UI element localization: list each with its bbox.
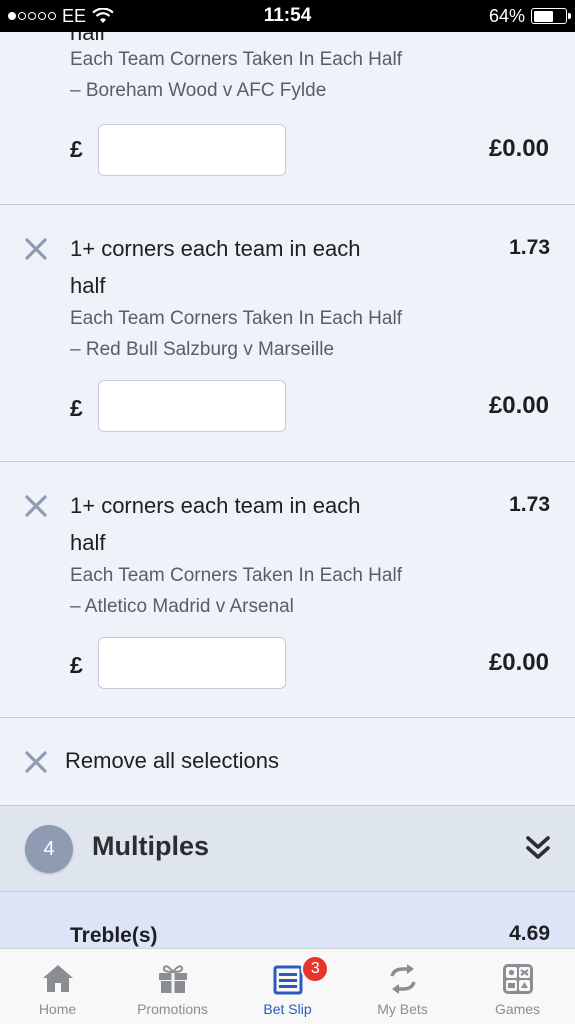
refresh-icon bbox=[389, 964, 416, 994]
treble-label: Treble(s) bbox=[70, 924, 158, 947]
potential-returns: £0.00 bbox=[488, 649, 549, 676]
double-chevron-down-icon[interactable] bbox=[525, 834, 551, 862]
stake-input[interactable] bbox=[98, 380, 286, 432]
selection-event: – Atletico Madrid v Arsenal bbox=[70, 596, 294, 617]
bet-slip-count-badge: 3 bbox=[301, 955, 330, 983]
stake-currency: £ bbox=[70, 136, 83, 162]
selection-event: – Red Bull Salzburg v Marseille bbox=[70, 339, 335, 360]
multiples-count-badge: 4 bbox=[25, 825, 73, 873]
tab-label: Home bbox=[38, 1001, 77, 1017]
stake-input[interactable] bbox=[98, 637, 286, 689]
tab-label: My Bets bbox=[377, 1001, 428, 1017]
selection-market: Each Team Corners Taken In Each Half bbox=[70, 308, 402, 329]
tab-label: Games bbox=[494, 1001, 541, 1017]
bet-selection: half Each Team Corners Taken In Each Hal… bbox=[0, 32, 575, 205]
selection-title: 1+ corners each team in each half bbox=[70, 236, 361, 298]
selection-odds[interactable]: 1.73 bbox=[509, 236, 550, 260]
remove-selection-x-icon[interactable] bbox=[24, 494, 48, 518]
home-icon bbox=[42, 965, 73, 992]
tab-games[interactable]: Games bbox=[460, 949, 575, 1024]
bet-selection: 1+ corners each team in each half 1.73 E… bbox=[0, 462, 575, 718]
bet-selection: 1+ corners each team in each half 1.73 E… bbox=[0, 205, 575, 462]
battery-percentage: 64% bbox=[488, 5, 525, 26]
betslip-icon bbox=[273, 965, 302, 995]
bet-slip-content[interactable]: half Each Team Corners Taken In Each Hal… bbox=[0, 32, 575, 948]
treble-odds: 4.69 bbox=[509, 922, 550, 945]
selection-market: Each Team Corners Taken In Each Half bbox=[70, 565, 402, 586]
tab-my-bets[interactable]: My Bets bbox=[345, 949, 460, 1024]
selection-market: Each Team Corners Taken In Each Half bbox=[70, 49, 402, 70]
remove-selection-x-icon[interactable] bbox=[24, 237, 48, 261]
stake-input[interactable] bbox=[98, 124, 286, 176]
gift-icon bbox=[158, 965, 187, 993]
status-bar: EE 11:54 64% bbox=[0, 0, 575, 32]
tab-label: Promotions bbox=[137, 1001, 208, 1017]
selection-odds[interactable]: 1.73 bbox=[509, 493, 550, 517]
tab-home[interactable]: Home bbox=[0, 949, 115, 1024]
selection-title: 1+ corners each team in each half bbox=[70, 493, 361, 555]
stake-currency: £ bbox=[70, 652, 83, 678]
multiples-title: Multiples bbox=[92, 831, 210, 861]
battery-icon bbox=[531, 8, 571, 24]
remove-all-label: Remove all selections bbox=[65, 748, 279, 773]
games-icon bbox=[502, 964, 533, 994]
stake-currency: £ bbox=[70, 395, 83, 421]
potential-returns: £0.00 bbox=[488, 135, 549, 162]
remove-all-x-icon bbox=[25, 751, 47, 773]
potential-returns: £0.00 bbox=[488, 392, 549, 419]
tab-promotions[interactable]: Promotions bbox=[115, 949, 230, 1024]
remove-all-selections-button[interactable]: Remove all selections bbox=[0, 718, 575, 806]
tab-bet-slip[interactable]: 3 Bet Slip bbox=[230, 949, 345, 1024]
multiples-header[interactable]: 4 Multiples bbox=[0, 806, 575, 892]
tab-bar: Home Promotions 3 Bet Slip My Bets Games bbox=[0, 948, 575, 1024]
selection-event: – Boreham Wood v AFC Fylde bbox=[70, 80, 327, 101]
tab-label: Bet Slip bbox=[263, 1001, 312, 1017]
treble-row: Treble(s) 4.69 bbox=[0, 892, 575, 948]
